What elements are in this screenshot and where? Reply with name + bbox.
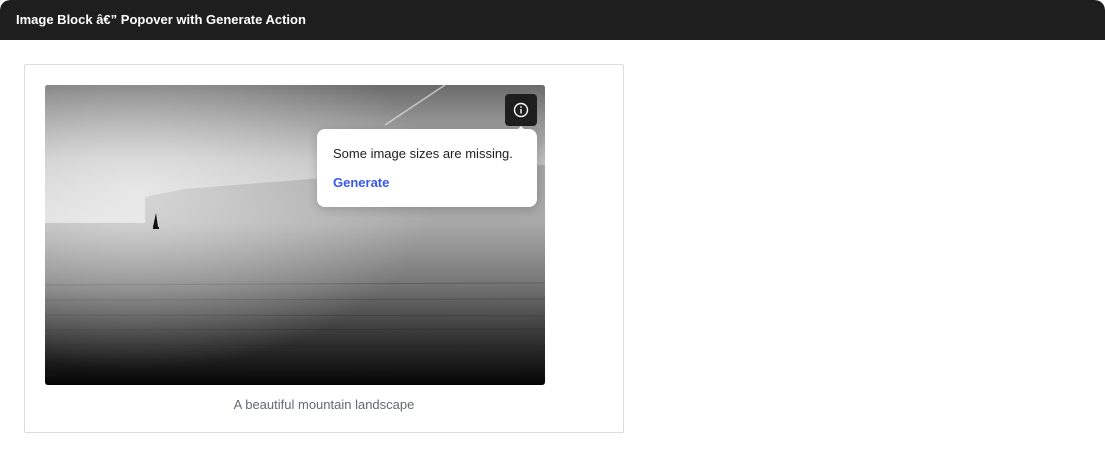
info-icon (513, 102, 529, 118)
missing-sizes-popover: Some image sizes are missing. Generate (317, 129, 537, 207)
generate-button[interactable]: Generate (333, 175, 389, 190)
app-window: Image Block â€” Popover with Generate Ac… (0, 0, 1105, 457)
info-button[interactable] (505, 94, 537, 126)
image-caption[interactable]: A beautiful mountain landscape (25, 397, 623, 412)
image-block[interactable]: A beautiful mountain landscape Some imag… (24, 64, 624, 433)
editor-canvas: A beautiful mountain landscape Some imag… (0, 40, 1105, 457)
window-title: Image Block â€” Popover with Generate Ac… (0, 0, 1105, 40)
popover-message: Some image sizes are missing. (333, 146, 513, 161)
